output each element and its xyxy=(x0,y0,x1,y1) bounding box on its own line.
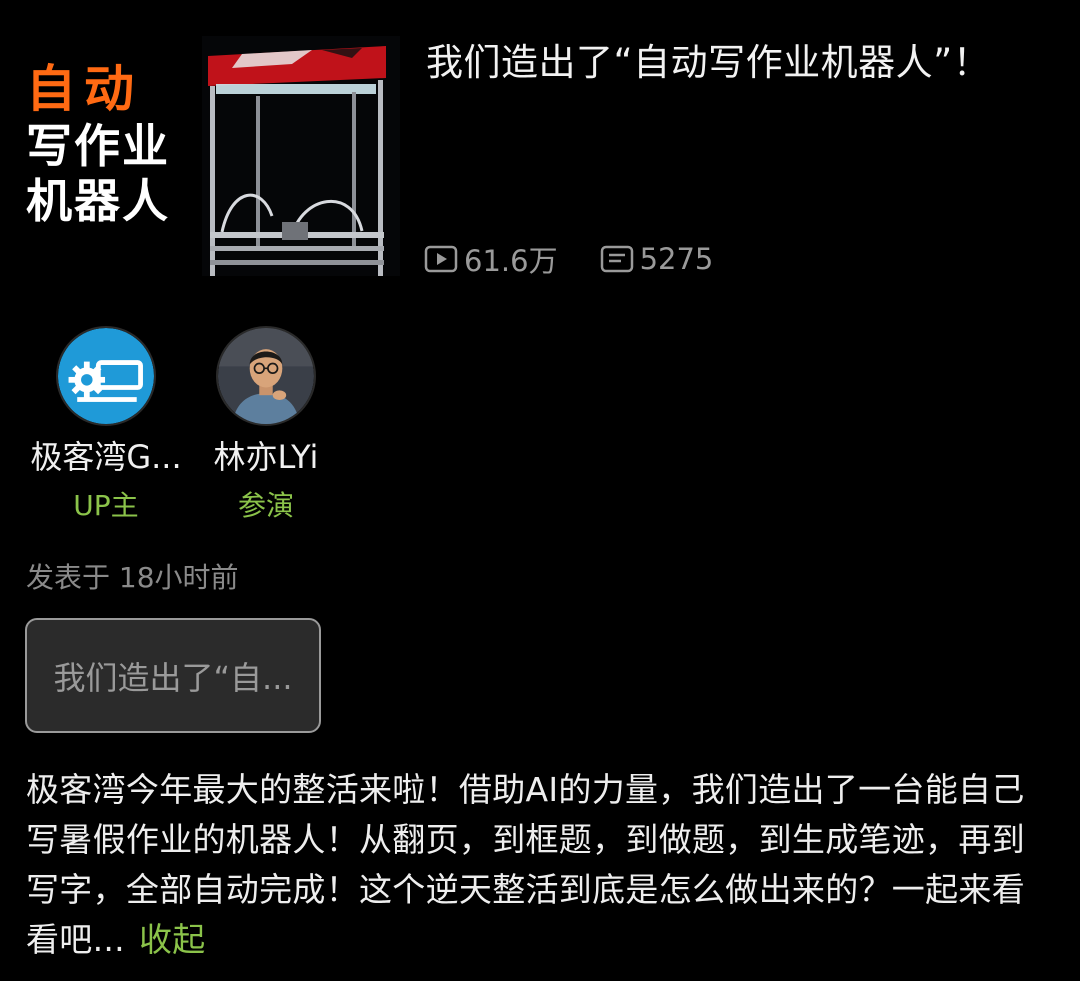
robot-machine-image xyxy=(202,36,400,276)
post-time: 发表于 18小时前 xyxy=(26,561,239,594)
creator-name[interactable]: 极客湾G... xyxy=(30,432,181,478)
creator-role-badge: UP主 xyxy=(73,489,139,522)
video-thumbnail[interactable]: 自动 写作业 机器人 xyxy=(26,36,400,276)
comments-count: 5275 xyxy=(639,242,714,276)
comments-stat: 5275 xyxy=(600,242,714,276)
video-title[interactable]: 我们造出了“自动写作业机器人”！ xyxy=(426,32,990,86)
thumbnail-title-line2: 写作业 xyxy=(26,119,170,173)
creator-name[interactable]: 林亦LYi xyxy=(214,432,319,478)
video-description: 极客湾今年最大的整活来啦！借助AI的力量，我们造出了一台能自己写暑假作业的机器人… xyxy=(26,765,1056,965)
creator-cast[interactable]: 林亦LYi 参演 xyxy=(186,326,346,524)
gear-logo-avatar[interactable] xyxy=(56,326,156,426)
video-stats: 61.6万 5275 xyxy=(424,238,755,280)
danmaku-count-icon xyxy=(600,245,633,273)
views-stat: 61.6万 xyxy=(424,238,558,280)
collapse-button[interactable]: 收起 xyxy=(139,920,206,959)
play-count-icon xyxy=(424,245,458,273)
thumbnail-title-line1: 自动 xyxy=(26,60,142,118)
title-chip[interactable]: 我们造出了“自... xyxy=(25,618,321,733)
creators-list: 极客湾G... UP主 林亦LYi 参演 xyxy=(26,326,346,524)
thumbnail-title: 自动 写作业 机器人 xyxy=(26,64,206,225)
person-avatar[interactable] xyxy=(216,326,316,426)
creator-role-badge: 参演 xyxy=(237,489,294,522)
views-count: 61.6万 xyxy=(464,244,558,278)
creator-uploader[interactable]: 极客湾G... UP主 xyxy=(26,326,186,524)
thumbnail-title-line3: 机器人 xyxy=(26,173,170,228)
video-card[interactable]: 自动 写作业 机器人 我们造出了“自动写作业机器人”！ 61.6万 5275 xyxy=(26,20,1056,278)
